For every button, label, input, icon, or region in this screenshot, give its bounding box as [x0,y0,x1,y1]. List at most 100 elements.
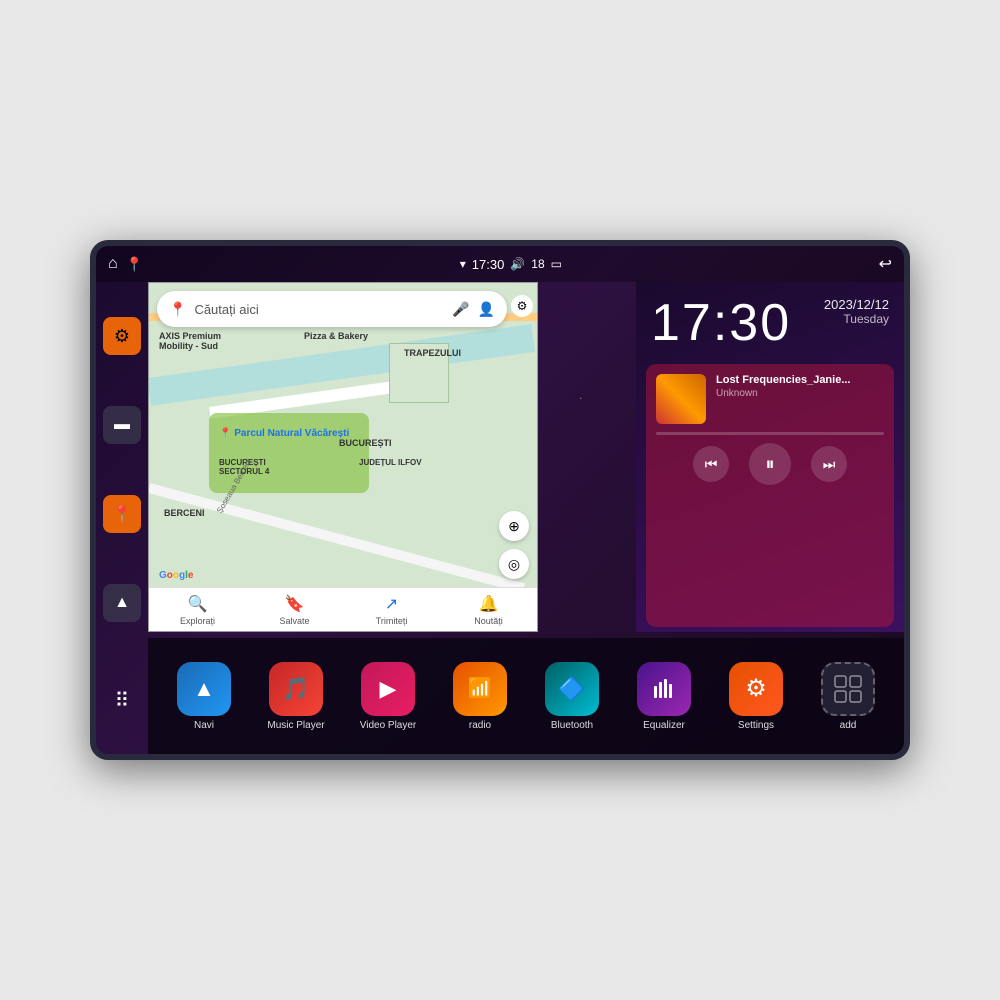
right-panel: 17:30 2023/12/12 Tuesday Lost Frequencie… [636,282,904,632]
maps-logo-icon: 📍 [169,301,186,318]
grid-dots-icon: ⠿ [115,688,130,713]
sidebar-item-settings[interactable]: ⚙ [103,317,141,355]
locate-icon: ◎ [508,556,520,573]
music-text: Lost Frequencies_Janie... Unknown [716,374,884,399]
map-label-buc: BUCUREȘTI [339,438,392,448]
add-icon [821,662,875,716]
app-item-bluetooth[interactable]: 🔷 Bluetooth [539,662,605,731]
screen: ⌂ 📍 ▾ 17:30 🔊 18 ▭ ↩ ⚙ ▬ 📍 [96,246,904,754]
map-search-bar[interactable]: 📍 Căutați aici 🎤 👤 [157,291,507,327]
pause-icon: ⏸ [766,454,775,475]
battery-level: 18 [531,257,544,271]
clock-date-value: 2023/12/12 [824,297,889,312]
search-placeholder: Căutați aici [194,302,444,317]
navi-label: Navi [194,720,214,731]
google-logo: Google [159,570,193,581]
map-tab-share[interactable]: ↗ Trimiteți [343,588,440,631]
app-grid: ▲ Navi 🎵 Music Player ▶ Video Player 📶 [148,638,904,754]
map-label-berceni: BERCENI [164,508,205,518]
map-label-jud: JUDEȚUL ILFOV [359,458,422,467]
music-title: Lost Frequencies_Janie... [716,374,884,386]
equalizer-label: Equalizer [643,720,685,731]
map-label-pizza: Pizza & Bakery [304,331,368,341]
app-item-add[interactable]: add [815,662,881,731]
settings-icon: ⚙ [114,326,130,347]
location-icon: 📍 [112,504,132,524]
wifi-icon: ▾ [460,257,466,271]
status-center: ▾ 17:30 🔊 18 ▭ [460,257,562,272]
clock-day: Tuesday [824,312,889,326]
map-locate-button[interactable]: ◎ [499,549,529,579]
mic-icon[interactable]: 🎤 [452,301,469,318]
prev-button[interactable]: ⏮ [693,446,729,482]
next-icon: ⏭ [823,456,836,473]
map-tab-explore[interactable]: 🔍 Explorați [149,588,246,631]
map-label-trap: TRAPEZULUI [404,348,461,358]
equalizer-svg [651,676,677,702]
video-player-label: Video Player [360,720,417,731]
music-info: Lost Frequencies_Janie... Unknown [656,374,884,424]
clock-date: 2023/12/12 Tuesday [824,297,889,326]
back-icon[interactable]: ↩ [879,254,892,274]
music-player-label: Music Player [267,720,324,731]
app-item-navi[interactable]: ▲ Navi [171,662,237,731]
device-frame: ⌂ 📍 ▾ 17:30 🔊 18 ▭ ↩ ⚙ ▬ 📍 [90,240,910,760]
prev-icon: ⏮ [705,456,718,473]
battery-icon: ▭ [551,257,562,271]
share-label: Trimiteți [376,616,408,626]
explore-label: Explorați [180,616,215,626]
app-item-settings[interactable]: ⚙ Settings [723,662,789,731]
news-icon: 🔔 [479,594,499,614]
music-controls: ⏮ ⏸ ⏭ [656,443,884,485]
add-label: add [840,720,857,731]
music-player-icon: 🎵 [269,662,323,716]
clock-area: 17:30 2023/12/12 Tuesday [636,282,904,359]
home-icon[interactable]: ⌂ [108,255,118,273]
map-label-axis: AXIS PremiumMobility - Sud [159,331,221,351]
radio-icon: 📶 [453,662,507,716]
next-button[interactable]: ⏭ [811,446,847,482]
bluetooth-label: Bluetooth [551,720,593,731]
add-svg [833,674,863,704]
account-icon[interactable]: 👤 [478,301,495,318]
settings-map-icon: ⚙ [517,299,528,313]
maps-status-icon[interactable]: 📍 [126,256,143,273]
settings-app-label: Settings [738,720,774,731]
equalizer-icon [637,662,691,716]
star-icon: ⊕ [508,518,520,535]
map-road-tertiary [148,483,525,593]
bluetooth-icon: 🔷 [545,662,599,716]
music-progress-bar[interactable] [656,432,884,435]
map-tab-news[interactable]: 🔔 Noutăți [440,588,537,631]
app-item-video-player[interactable]: ▶ Video Player [355,662,421,731]
sidebar-item-navigation[interactable]: ▲ [103,584,141,622]
map-poi-parc: 📍 Parcul Natural Văcărești [219,428,349,439]
status-left: ⌂ 📍 [108,255,143,273]
map-tabs: 🔍 Explorați 🔖 Salvate ↗ Trimiteți 🔔 Nout… [149,587,537,631]
album-art [656,374,706,424]
pause-button[interactable]: ⏸ [749,443,791,485]
map-settings-button[interactable]: ⚙ [511,295,533,317]
app-item-music-player[interactable]: 🎵 Music Player [263,662,329,731]
settings-app-icon: ⚙ [729,662,783,716]
sidebar-item-location[interactable]: 📍 [103,495,141,533]
map-tab-saved[interactable]: 🔖 Salvate [246,588,343,631]
news-label: Noutăți [474,616,503,626]
saved-icon: 🔖 [285,594,305,614]
app-item-equalizer[interactable]: Equalizer [631,662,697,731]
app-item-radio[interactable]: 📶 radio [447,662,513,731]
sidebar-item-files[interactable]: ▬ [103,406,141,444]
files-icon: ▬ [114,416,130,434]
share-icon: ↗ [385,594,398,614]
map-area[interactable]: AXIS PremiumMobility - Sud Pizza & Baker… [148,282,538,632]
sidebar-grid-button[interactable]: ⠿ [104,683,140,719]
volume-icon: 🔊 [510,257,525,271]
sidebar: ⚙ ▬ 📍 ▲ ⠿ [96,282,148,754]
map-background: AXIS PremiumMobility - Sud Pizza & Baker… [149,283,537,631]
status-right: ↩ [879,254,892,274]
saved-label: Salvate [279,616,309,626]
music-card: Lost Frequencies_Janie... Unknown ⏮ ⏸ ⏭ [646,364,894,627]
status-time: 17:30 [472,257,505,272]
map-star-button[interactable]: ⊕ [499,511,529,541]
music-artist: Unknown [716,388,884,399]
